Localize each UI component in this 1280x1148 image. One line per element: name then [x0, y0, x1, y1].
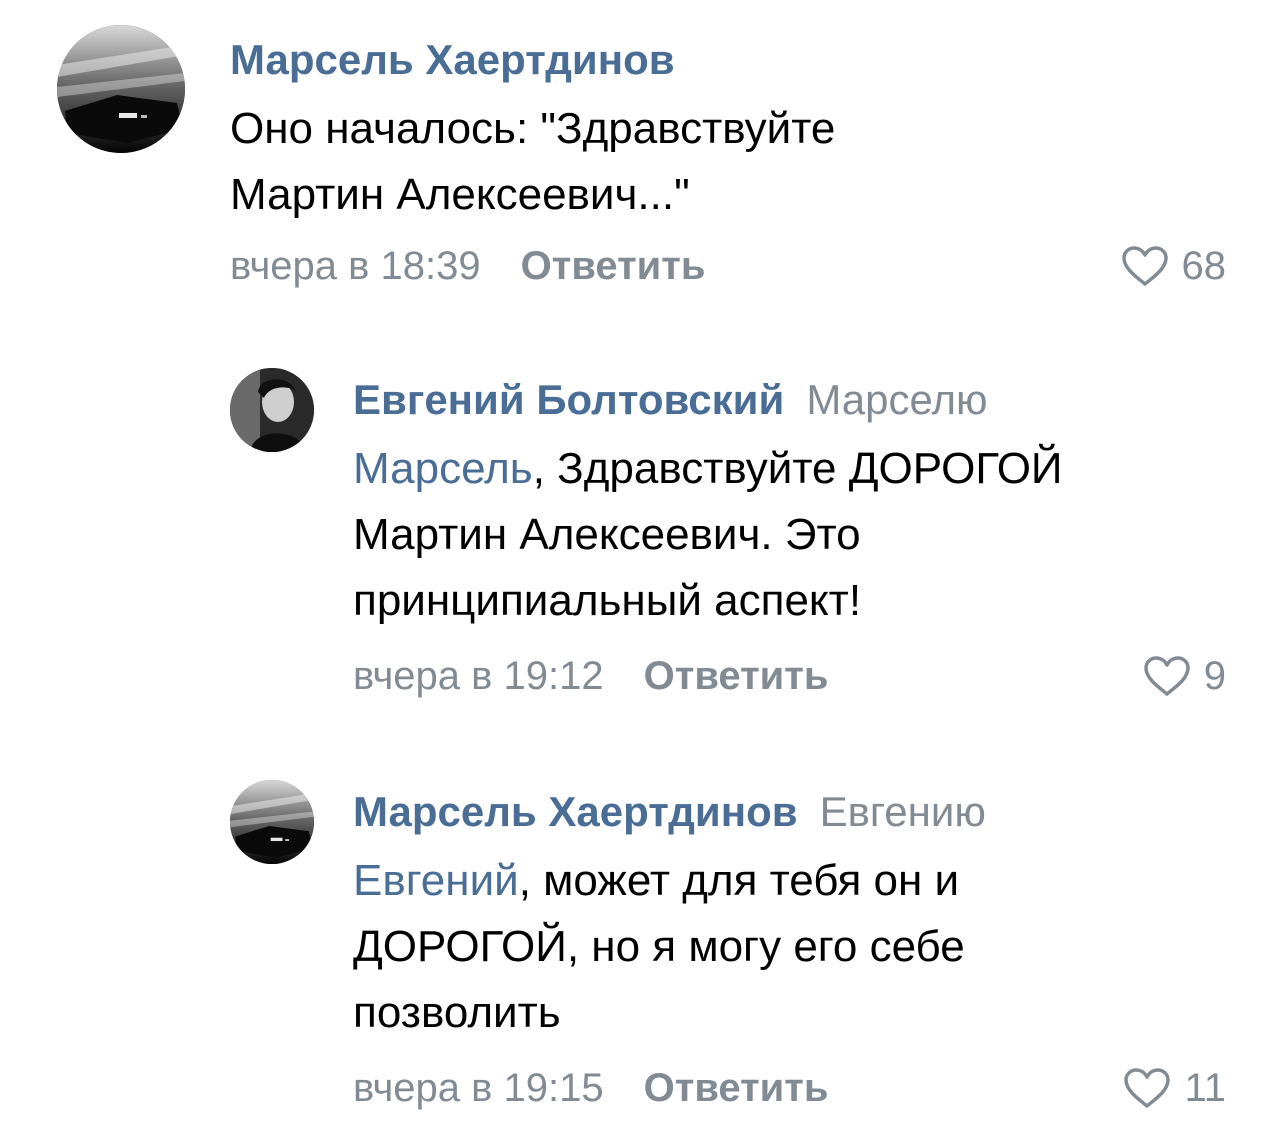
mention-link[interactable]: Евгений — [353, 856, 519, 905]
reply-button[interactable]: Ответить — [644, 654, 829, 698]
text-line: Оно началось: "Здравствуйте — [230, 104, 836, 153]
like-button[interactable]: 11 — [1122, 1064, 1226, 1112]
avatar[interactable] — [230, 368, 314, 452]
like-count: 68 — [1181, 244, 1227, 288]
comment-author: Евгений Болтовский Марселю — [353, 376, 987, 424]
comment-author: Марсель Хаертдинов Евгению — [353, 788, 986, 836]
comment-time[interactable]: вчера в 18:39 — [230, 244, 481, 288]
author-name[interactable]: Марсель Хаертдинов — [230, 36, 675, 83]
avatar[interactable] — [230, 780, 314, 864]
comment-1: Марсель Хаертдинов Оно началось: "Здравс… — [0, 0, 1280, 300]
like-button[interactable]: 68 — [1120, 242, 1227, 290]
heart-icon — [1144, 656, 1190, 696]
text-line: принципиальный аспект! — [353, 576, 862, 625]
comment-author[interactable]: Марсель Хаертдинов — [230, 36, 675, 84]
comment-text: Марсель, Здравствуйте ДОРОГОЙ Мартин Але… — [353, 436, 1253, 634]
heart-icon — [1124, 1068, 1171, 1108]
comment-meta: вчера в 19:12 Ответить — [353, 652, 828, 700]
comment-time[interactable]: вчера в 19:15 — [353, 1066, 604, 1110]
heart-icon — [1121, 246, 1168, 286]
like-count: 9 — [1203, 654, 1226, 698]
reply-button[interactable]: Ответить — [521, 244, 706, 288]
like-count: 11 — [1184, 1066, 1226, 1110]
text-line: позволить — [353, 988, 561, 1037]
text-fragment: , может для тебя он и — [518, 856, 960, 905]
mention-link[interactable]: Марсель — [353, 444, 533, 493]
portrait-avatar-icon — [230, 368, 314, 452]
comment-3: Марсель Хаертдинов Евгению Евгений, может… — [0, 752, 1280, 1132]
comment-time[interactable]: вчера в 19:12 — [353, 654, 604, 698]
avatar[interactable] — [57, 25, 185, 153]
comment-text: Оно началось: "Здравствуйте Мартин Алекс… — [230, 96, 1130, 228]
comment-meta: вчера в 18:39 Ответить — [230, 242, 705, 290]
author-name[interactable]: Евгений Болтовский — [353, 376, 784, 423]
text-fragment: , Здравствуйте ДОРОГОЙ — [532, 444, 1063, 493]
author-name[interactable]: Марсель Хаертдинов — [353, 788, 798, 835]
text-line: Мартин Алексеевич. Это — [353, 510, 861, 559]
comment-meta: вчера в 19:15 Ответить — [353, 1064, 828, 1112]
text-line: Мартин Алексеевич..." — [230, 170, 690, 219]
car-avatar-icon — [230, 780, 314, 864]
reply-to[interactable]: Евгению — [820, 788, 986, 835]
text-line: Марсель, Здравствуйте ДОРОГОЙ — [353, 436, 1253, 502]
car-avatar-icon — [57, 25, 185, 153]
text-line: Евгений, может для тебя он и — [353, 848, 1253, 914]
comment-text: Евгений, может для тебя он и ДОРОГОЙ, но… — [353, 848, 1253, 1046]
reply-to[interactable]: Марселю — [806, 376, 987, 423]
reply-button[interactable]: Ответить — [644, 1066, 829, 1110]
text-line: ДОРОГОЙ, но я могу его себе — [353, 922, 965, 971]
comment-2: Евгений Болтовский Марселю Марсель, Здрав… — [0, 340, 1280, 720]
like-button[interactable]: 9 — [1142, 652, 1226, 700]
